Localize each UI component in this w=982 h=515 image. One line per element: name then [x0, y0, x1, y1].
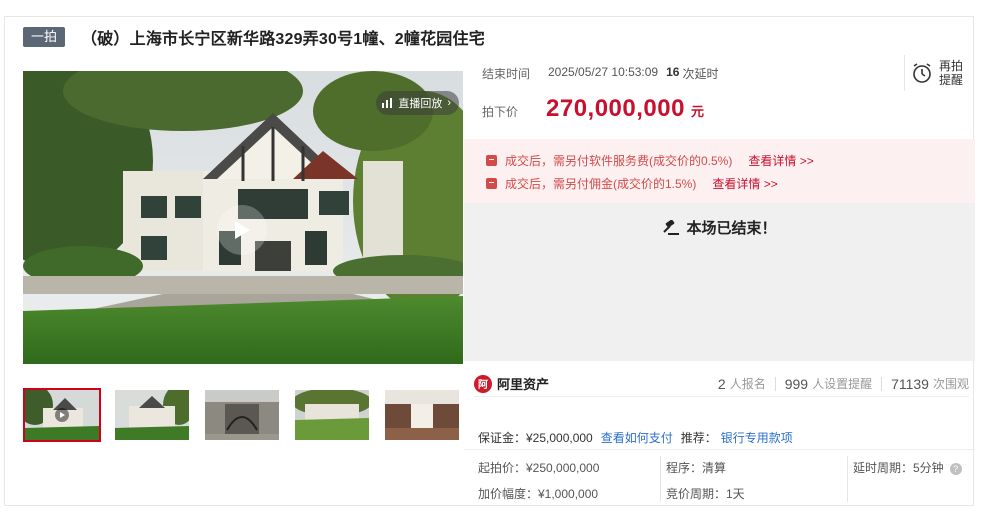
bid-period: 竞价周期：1天	[666, 487, 745, 501]
final-price-row: 拍下价 270,000,000 元	[482, 95, 704, 123]
auction-ended-message: 本场已结束！	[464, 217, 975, 238]
alarm-clock-icon	[913, 63, 931, 83]
procedure: 程序：清算	[666, 461, 727, 475]
platform-stats-row: 阿 阿里资产 2 人报名 999 人设置提醒 71139 次围观	[474, 371, 969, 397]
platform-name: 阿里资产	[497, 377, 550, 392]
bar-chart-icon	[382, 98, 393, 108]
thumbnail-2[interactable]	[113, 388, 191, 442]
end-time-label: 结束时间	[482, 67, 531, 81]
thumbnail-3[interactable]	[203, 388, 281, 442]
recommend-label: 推荐：	[680, 431, 717, 445]
participation-stats: 2 人报名 999 人设置提醒 71139 次围观	[718, 375, 969, 392]
divider	[660, 456, 661, 502]
play-video-button[interactable]	[217, 205, 267, 255]
viewer-count: 71139	[891, 375, 929, 392]
main-property-image[interactable]: 直播回放 ›	[23, 71, 463, 364]
auction-ended-panel: 本场已结束！	[464, 203, 975, 361]
help-icon[interactable]: ?	[949, 462, 962, 475]
delay-unit: 次延时	[682, 67, 719, 81]
remind-label: 再拍提醒	[939, 59, 964, 87]
auction-round-badge: 一拍	[23, 27, 66, 47]
notice-detail-link[interactable]: 查看详情 >>	[712, 175, 777, 192]
ali-logo-icon: 阿	[474, 374, 492, 393]
auction-details-grid: 起拍价：¥250,000,000 程序：清算 延时周期：5分钟? 加价幅度：¥1…	[464, 449, 975, 505]
viewer-label: 次围观	[932, 377, 969, 391]
divider	[847, 456, 848, 502]
delay-count: 16	[666, 65, 680, 79]
thumbnail-5[interactable]	[383, 388, 461, 442]
price-unit: 元	[690, 104, 704, 119]
deposit-row: 保证金：¥25,000,000 查看如何支付 推荐： 银行专用款项	[478, 429, 793, 446]
thumbnail-1[interactable]	[23, 388, 101, 442]
gavel-icon	[663, 219, 680, 235]
auction-card: 一拍 （破）上海市长宁区新华路329弄30号1幢、2幢花园住宅 直播回放 › 结…	[4, 16, 975, 506]
fee-notice-box: 成交后，需另付软件服务费(成交价的0.5%) 查看详情 >> 成交后，需另付佣金…	[464, 139, 975, 203]
remind-button[interactable]: 再拍提醒	[904, 55, 974, 91]
reminder-label: 人设置提醒	[812, 377, 873, 391]
notice-icon	[486, 154, 497, 166]
bank-funds-link[interactable]: 银行专用款项	[721, 429, 793, 446]
notice-text: 成交后，需另付佣金(成交价的1.5%)	[505, 176, 697, 191]
live-replay-button[interactable]: 直播回放 ›	[376, 91, 459, 115]
delay-period: 延时周期：5分钟?	[853, 459, 962, 476]
thumbnail-strip	[23, 388, 473, 442]
ali-assets-logo: 阿 阿里资产	[474, 374, 549, 393]
notice-text: 成交后，需另付软件服务费(成交价的0.5%)	[505, 153, 733, 168]
fee-notice-commission: 成交后，需另付佣金(成交价的1.5%) 查看详情 >>	[486, 174, 975, 192]
fee-notice-software: 成交后，需另付软件服务费(成交价的0.5%) 查看详情 >>	[486, 151, 975, 169]
signup-label: 人报名	[729, 377, 766, 391]
how-to-pay-link[interactable]: 查看如何支付	[601, 429, 673, 446]
signup-count: 2	[717, 375, 726, 392]
thumbnail-4[interactable]	[293, 388, 371, 442]
title-row: 一拍 （破）上海市长宁区新华路329弄30号1幢、2幢花园住宅	[23, 25, 485, 49]
page-title: （破）上海市长宁区新华路329弄30号1幢、2幢花园住宅	[81, 31, 485, 48]
end-time-value: 2025/05/27 10:53:09	[548, 65, 659, 79]
chevron-right-icon: ›	[447, 97, 451, 109]
delay-period-text: 延时周期：5分钟	[853, 461, 944, 475]
bid-increment: 加价幅度：¥1,000,000	[478, 487, 599, 501]
final-price-value: 270,000,000	[546, 95, 685, 122]
play-icon	[235, 221, 250, 239]
thumbnail-play-icon	[55, 408, 69, 422]
notice-icon	[486, 177, 497, 189]
deposit-amount: 保证金：¥25,000,000	[478, 431, 593, 445]
auction-ended-text: 本场已结束！	[686, 220, 777, 237]
live-replay-label: 直播回放	[398, 98, 443, 110]
divider	[881, 376, 883, 391]
end-time-row: 结束时间 2025/05/27 10:53:09 16 次延时	[482, 65, 718, 82]
final-price-label: 拍下价	[482, 105, 519, 119]
start-price: 起拍价：¥250,000,000	[478, 461, 600, 475]
notice-detail-link[interactable]: 查看详情 >>	[748, 152, 813, 169]
reminder-count: 999	[784, 375, 809, 392]
divider	[774, 376, 776, 391]
